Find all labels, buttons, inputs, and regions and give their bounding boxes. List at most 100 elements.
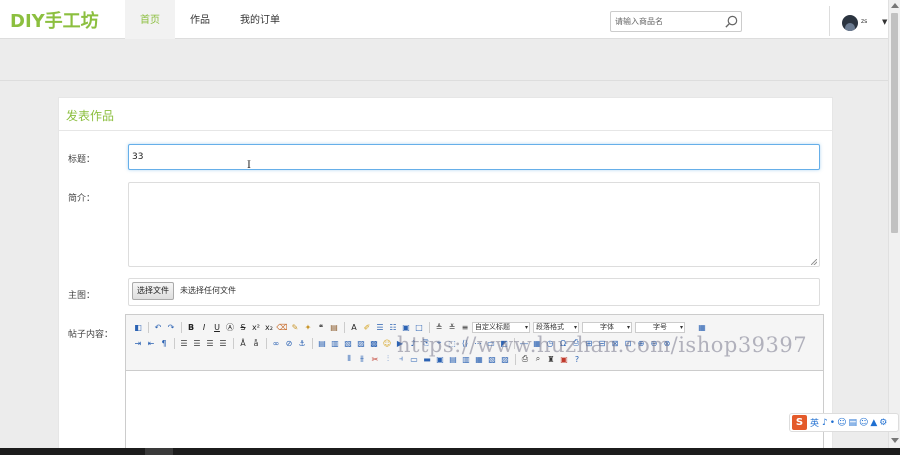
main-nav: 首页 作品 我的订单 [125, 0, 295, 39]
align-left-icon[interactable]: ☰ [178, 337, 190, 349]
paste-plain-icon[interactable]: ▤ [328, 321, 340, 333]
line-height-icon[interactable]: ≡ [459, 321, 471, 333]
blockquote-icon[interactable]: ❝ [315, 321, 327, 333]
autotype-icon[interactable]: ✦ [302, 321, 314, 333]
toolbar-separator [148, 321, 149, 333]
toolbar-separator [266, 337, 267, 349]
format-brush-icon[interactable]: ✎ [289, 321, 301, 333]
file-status: 未选择任何文件 [180, 286, 236, 295]
select-all-icon[interactable]: ▣ [400, 321, 412, 333]
ime-tool-icons[interactable]: ♪•☺▤☺▲⚙ [822, 418, 889, 428]
title-label: 标题： [68, 155, 96, 165]
nav-my-orders[interactable]: 我的订单 [225, 0, 295, 39]
user-name[interactable]: zs [861, 18, 867, 25]
nav-works[interactable]: 作品 [175, 0, 225, 39]
resize-grip-icon[interactable] [811, 259, 817, 265]
taskbar-item[interactable] [145, 448, 173, 455]
ime-toolbar[interactable]: S 英 ♪•☺▤☺▲⚙ [789, 413, 899, 432]
ime-mode-label[interactable]: 英 [810, 416, 819, 429]
site-logo[interactable]: DIY手工坊 [10, 7, 99, 33]
eraser-icon[interactable]: ⌫ [276, 321, 288, 333]
search-icon[interactable] [724, 14, 739, 29]
text-cursor-icon: I [247, 160, 251, 171]
align-right-icon[interactable]: ☰ [204, 337, 216, 349]
top-navbar: DIY手工坊 首页 作品 我的订单 zs ▼ [0, 0, 888, 39]
undo-icon[interactable]: ↶ [152, 321, 164, 333]
emotion-icon[interactable]: ☺ [381, 337, 393, 349]
unordered-list-icon[interactable]: ☷ [387, 321, 399, 333]
font-color-icon[interactable]: A [348, 321, 360, 333]
header-divider [829, 6, 830, 36]
scroll-up-arrow-icon[interactable] [891, 3, 899, 8]
toolbar-row-1: ◧ ↶ ↷ B I U Ⓐ S x² x₂ ⌫ ✎ ✦ ❝ ▤ A ✐ ☰ ☷ … [132, 320, 709, 334]
redo-icon[interactable]: ↷ [165, 321, 177, 333]
intro-label: 简介： [68, 194, 96, 204]
lowercase-icon[interactable]: å [250, 337, 262, 349]
avatar[interactable] [842, 15, 858, 31]
watermark-text: https://www.huzhan.com/ishop39397 [397, 333, 808, 357]
search-box [610, 11, 742, 32]
image-none-icon[interactable]: ▥ [329, 337, 341, 349]
editor-body[interactable] [126, 372, 823, 455]
anchor-icon[interactable]: ⚓ [296, 337, 308, 349]
image-left-icon[interactable]: ▤ [316, 337, 328, 349]
indent-icon[interactable]: ⇥ [132, 337, 144, 349]
ordered-list-icon[interactable]: ☰ [374, 321, 386, 333]
align-justify-icon[interactable]: ☰ [217, 337, 229, 349]
choose-file-button[interactable]: 选择文件 [132, 282, 174, 300]
insert-image-icon[interactable]: ▩ [368, 337, 380, 349]
link-icon[interactable]: ∞ [270, 337, 282, 349]
cover-label: 主图： [68, 291, 96, 301]
image-center-icon[interactable]: ▨ [355, 337, 367, 349]
font-family-select[interactable]: 字体 ▾ [582, 321, 632, 333]
post-form-card: 发表作品 标题： I 简介： 主图： 选择文件 未选择任何文件 帖子内容： ◧ … [58, 97, 833, 455]
title-input[interactable] [128, 144, 820, 170]
os-taskbar [0, 448, 900, 455]
page-scrollbar[interactable] [888, 0, 900, 448]
toolbar-separator [174, 337, 175, 349]
scroll-down-arrow-icon[interactable] [891, 438, 899, 443]
uppercase-icon[interactable]: Å [237, 337, 249, 349]
toolbar-separator [429, 321, 430, 333]
clear-doc-icon[interactable]: □ [413, 321, 425, 333]
italic-icon[interactable]: I [198, 321, 210, 333]
outdent-icon[interactable]: ⇤ [145, 337, 157, 349]
custom-title-select[interactable]: 自定义标题 ▾ [472, 321, 530, 333]
ime-logo-icon[interactable]: S [792, 415, 807, 430]
header-band-divider [0, 80, 888, 81]
bold-icon[interactable]: B [185, 321, 197, 333]
nav-home[interactable]: 首页 [125, 0, 175, 39]
chevron-down-icon[interactable]: ▼ [882, 18, 887, 26]
font-size-select[interactable]: 字号 ▾ [635, 321, 685, 333]
toolbar-separator [344, 321, 345, 333]
highlight-icon[interactable]: ✐ [361, 321, 373, 333]
strikethrough-icon[interactable]: S [237, 321, 249, 333]
insert-col-icon[interactable]: ⫴ [343, 353, 355, 365]
superscript-icon[interactable]: x² [250, 321, 262, 333]
page-title: 发表作品 [66, 109, 115, 123]
unlink-icon[interactable]: ⊘ [283, 337, 295, 349]
split-to-cols-icon[interactable]: ⫶ [382, 353, 394, 365]
image-right-icon[interactable]: ▧ [342, 337, 354, 349]
paragraph-format-select[interactable]: 段落格式 ▾ [533, 321, 579, 333]
delete-col-icon[interactable]: ⫵ [356, 353, 368, 365]
border-icon[interactable]: Ⓐ [224, 321, 236, 333]
search-input[interactable] [611, 12, 721, 31]
card-header-divider [59, 130, 832, 131]
content-label: 帖子内容： [68, 330, 114, 340]
directionality-icon[interactable]: ▦ [696, 321, 708, 333]
toolbar-separator [312, 337, 313, 349]
html-source-icon[interactable]: ◧ [132, 321, 144, 333]
scroll-thumb[interactable] [891, 13, 898, 233]
intro-textarea[interactable] [128, 182, 820, 267]
toolbar-separator [181, 321, 182, 333]
underline-icon[interactable]: U [211, 321, 223, 333]
cover-file-field: 选择文件 未选择任何文件 [128, 278, 820, 306]
subscript-icon[interactable]: x₂ [263, 321, 275, 333]
row-spacing-bottom-icon[interactable]: ≚ [446, 321, 458, 333]
align-center-icon[interactable]: ☰ [191, 337, 203, 349]
row-spacing-top-icon[interactable]: ≜ [433, 321, 445, 333]
split-to-rows-icon[interactable]: ✂ [369, 353, 381, 365]
toolbar-separator [233, 337, 234, 349]
paragraph-icon[interactable]: ¶ [158, 337, 170, 349]
